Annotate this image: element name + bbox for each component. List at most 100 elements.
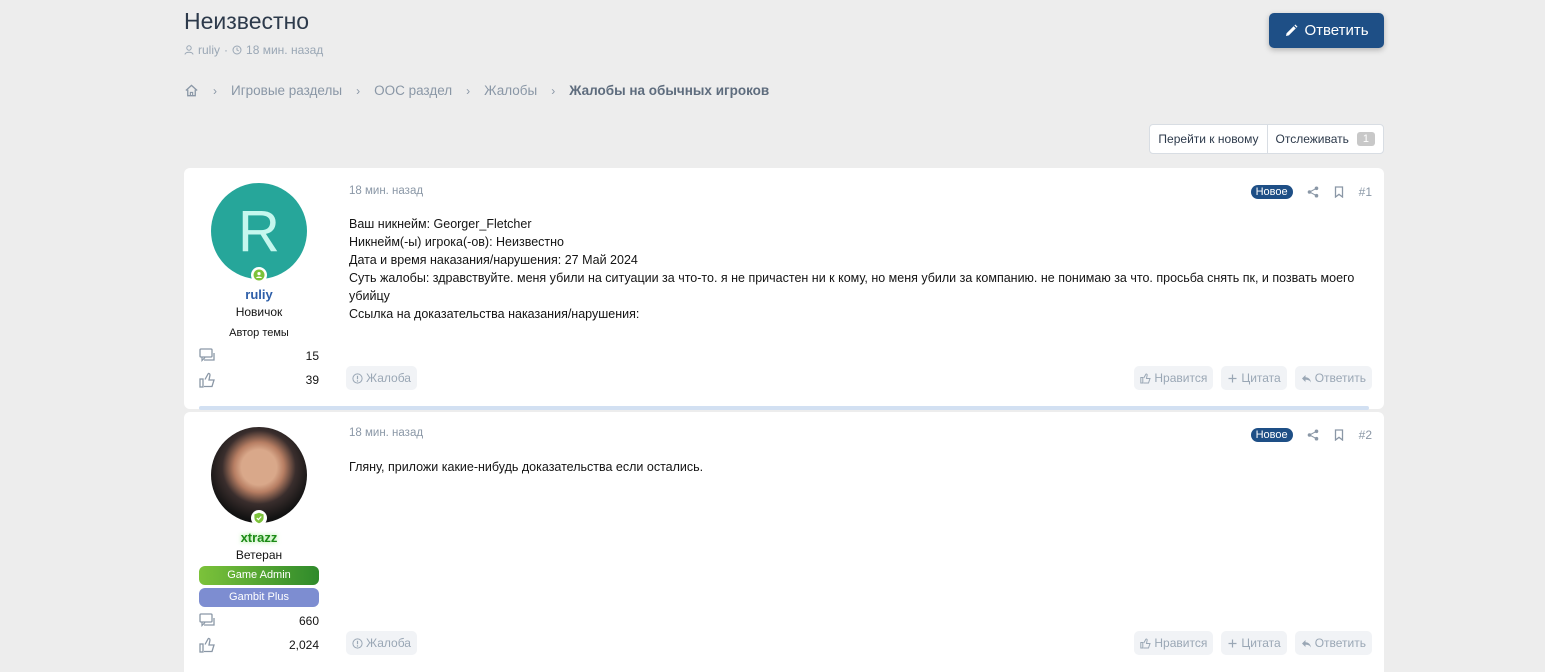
breadcrumb: › Игровые разделы › ООС раздел › Жалобы … — [184, 83, 769, 98]
like-button[interactable]: Нравится — [1134, 366, 1214, 390]
online-status-icon — [251, 267, 267, 283]
chevron-right-icon: › — [551, 83, 556, 98]
avatar[interactable] — [211, 427, 307, 523]
quote-label: Цитата — [1241, 371, 1281, 385]
quote-label: Цитата — [1241, 636, 1281, 650]
chevron-right-icon: › — [356, 83, 361, 98]
share-icon[interactable] — [1307, 186, 1319, 198]
thumbs-up-icon — [199, 372, 215, 388]
post-reply-button[interactable]: Ответить — [1294, 631, 1372, 655]
post-header-actions: Новое #2 — [1250, 428, 1372, 442]
chevron-right-icon: › — [466, 83, 471, 98]
thumbs-up-icon — [1140, 638, 1152, 648]
report-button[interactable]: Жалоба — [346, 631, 417, 655]
plus-icon — [1228, 639, 1237, 647]
new-badge: Новое — [1250, 185, 1293, 199]
post-footer: Жалоба Нравится Цитата Ответить — [346, 631, 1372, 655]
clock-icon — [232, 45, 242, 55]
report-button[interactable]: Жалоба — [346, 366, 417, 390]
breadcrumb-item-game-sections[interactable]: Игровые разделы — [231, 83, 342, 98]
new-badge: Новое — [1250, 428, 1293, 442]
post-line: Никнейм(-ы) игрока(-ов): Неизвестно — [349, 235, 564, 249]
user-title: Ветеран — [235, 548, 283, 562]
quote-button[interactable]: Цитата — [1221, 366, 1287, 390]
home-icon[interactable] — [184, 83, 199, 98]
info-icon — [352, 637, 363, 649]
share-icon[interactable] — [1307, 429, 1319, 441]
reactions-count: 39 — [305, 373, 319, 387]
post-number[interactable]: #1 — [1359, 185, 1372, 199]
watch-count-badge: 1 — [1356, 132, 1375, 146]
reply-icon — [1301, 639, 1311, 647]
reply-button-label: Ответить — [1304, 22, 1369, 39]
messages-stat: 660 — [199, 612, 319, 630]
breadcrumb-item-ooc[interactable]: ООС раздел — [374, 83, 452, 98]
messages-stat: 15 — [199, 347, 319, 365]
quote-button[interactable]: Цитата — [1221, 631, 1287, 655]
post-body: Ваш никнейм: Georger_Fletcher Никнейм(-ы… — [349, 215, 1359, 323]
post-header-actions: Новое #1 — [1250, 185, 1372, 199]
messages-count: 15 — [305, 349, 319, 363]
user-banner-game-admin: Game Admin — [199, 566, 319, 585]
post-line: Суть жалобы: здравствуйте. меня убили на… — [349, 271, 1355, 303]
chevron-right-icon: › — [213, 83, 217, 98]
watch-button[interactable]: Отслеживать 1 — [1266, 125, 1384, 153]
reactions-stat: 2,024 — [199, 636, 319, 654]
post-username[interactable]: xtrazz — [184, 530, 334, 545]
post-footer-actions: Нравится Цитата Ответить — [1134, 366, 1372, 390]
reply-button[interactable]: Ответить — [1269, 13, 1384, 48]
post-1: R ruliy Новичок Автор темы 15 39 18 мин.… — [184, 168, 1384, 409]
post-line: Ссылка на доказательства наказания/наруш… — [349, 307, 640, 321]
shield-icon — [251, 510, 267, 526]
thread-time[interactable]: 18 мин. назад — [246, 43, 323, 57]
avatar[interactable]: R — [211, 183, 307, 279]
user-title: Новичок — [235, 305, 283, 319]
bookmark-icon[interactable] — [1333, 186, 1345, 198]
breadcrumb-item-player-complaints[interactable]: Жалобы на обычных игроков — [569, 83, 769, 98]
pencil-icon — [1286, 24, 1298, 36]
messages-icon — [199, 348, 215, 362]
like-button[interactable]: Нравится — [1134, 631, 1214, 655]
post-date[interactable]: 18 мин. назад — [349, 185, 423, 197]
go-to-new-label: Перейти к новому — [1158, 132, 1259, 146]
page-title: Неизвестно — [184, 8, 310, 34]
messages-count: 660 — [298, 614, 319, 628]
go-to-new-button[interactable]: Перейти к новому — [1150, 125, 1266, 153]
post-body: Гляну, приложи какие-нибудь доказательст… — [349, 458, 1359, 476]
report-label: Жалоба — [366, 371, 411, 385]
post-reply-button[interactable]: Ответить — [1294, 366, 1372, 390]
thumbs-up-icon — [1140, 373, 1152, 383]
post-divider — [199, 406, 1369, 410]
thread-author-label: Автор темы — [229, 327, 289, 339]
reactions-stat: 39 — [199, 371, 319, 389]
reply-icon — [1301, 374, 1311, 382]
user-banner-gambit-plus: Gambit Plus — [199, 588, 319, 607]
thumbs-up-icon — [199, 637, 215, 653]
like-label: Нравится — [1154, 371, 1208, 385]
thread-author[interactable]: ruliy — [198, 43, 220, 57]
like-label: Нравится — [1154, 636, 1208, 650]
bookmark-icon[interactable] — [1333, 429, 1345, 441]
post-line: Ваш никнейм: Georger_Fletcher — [349, 217, 532, 231]
post-line: Гляну, приложи какие-нибудь доказательст… — [349, 460, 704, 474]
post-footer: Жалоба Нравится Цитата Ответить — [346, 366, 1372, 390]
post-date[interactable]: 18 мин. назад — [349, 427, 423, 439]
watch-label: Отслеживать — [1275, 132, 1349, 146]
avatar-letter: R — [238, 198, 280, 264]
plus-icon — [1228, 374, 1237, 382]
thread-tools: Перейти к новому Отслеживать 1 — [1149, 124, 1384, 154]
thread-meta: ruliy · 18 мин. назад — [184, 43, 323, 57]
messages-icon — [199, 613, 215, 627]
post-2: xtrazz Ветеран Game Admin Gambit Plus 66… — [184, 412, 1384, 672]
post-reply-label: Ответить — [1314, 371, 1366, 385]
user-icon — [184, 45, 194, 55]
post-number[interactable]: #2 — [1359, 428, 1372, 442]
post-username[interactable]: ruliy — [184, 287, 334, 302]
post-footer-actions: Нравится Цитата Ответить — [1134, 631, 1372, 655]
report-label: Жалоба — [366, 636, 411, 650]
meta-separator: · — [224, 43, 229, 57]
breadcrumb-item-complaints[interactable]: Жалобы — [484, 83, 537, 98]
info-icon — [352, 372, 363, 384]
post-line: Дата и время наказания/нарушения: 27 Май… — [349, 253, 638, 267]
reactions-count: 2,024 — [288, 638, 319, 652]
